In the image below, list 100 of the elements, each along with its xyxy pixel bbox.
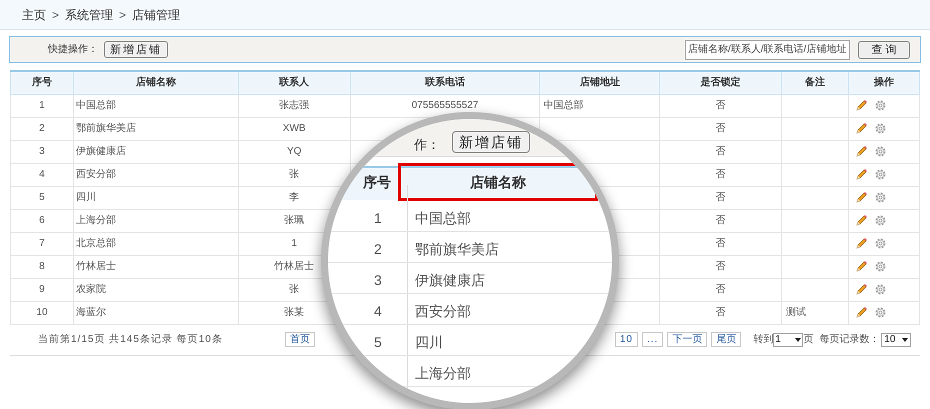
breadcrumb-separator: > bbox=[52, 6, 60, 24]
column-header: 序号 bbox=[10, 71, 74, 94]
column-header: 店铺名称 bbox=[73, 71, 238, 94]
table-cell: 否 bbox=[716, 307, 726, 318]
table-cell: 竹林居士 bbox=[76, 261, 116, 272]
first-page-button[interactable]: 首页 bbox=[284, 332, 315, 347]
table-cell: 9 bbox=[39, 284, 45, 295]
breadcrumb-separator: > bbox=[119, 6, 126, 24]
table-cell: 075565555527 bbox=[412, 100, 478, 111]
table-cell: 农家院 bbox=[76, 284, 106, 295]
table-cell-text: 伊旗健康店 bbox=[415, 271, 485, 290]
table-cell: 四川 bbox=[76, 192, 96, 203]
table-cell: 否 bbox=[716, 261, 726, 272]
table-cell-text: 1 bbox=[374, 209, 382, 228]
pencil-icon[interactable] bbox=[855, 214, 868, 227]
per-page-label: 每页记录数： bbox=[819, 333, 880, 347]
table-cell: 测试 bbox=[786, 307, 806, 318]
settings-icon[interactable] bbox=[874, 191, 887, 204]
page-button[interactable]: ... bbox=[642, 332, 664, 347]
table-cell: 4 bbox=[39, 169, 45, 180]
table-cell-text: 5 bbox=[374, 333, 382, 352]
column-header: 操作 bbox=[848, 71, 920, 94]
table-cell: 上海分部 bbox=[76, 215, 116, 226]
table-cell: 西安分部 bbox=[76, 169, 116, 180]
settings-icon[interactable] bbox=[874, 99, 887, 112]
table-cell: 7 bbox=[39, 238, 45, 249]
add-store-button[interactable]: 新增店铺 bbox=[452, 131, 530, 153]
table-cell: 2 bbox=[39, 123, 45, 134]
settings-icon[interactable] bbox=[874, 145, 887, 158]
breadcrumb-link[interactable]: 主页 bbox=[22, 6, 46, 24]
table-cell: 否 bbox=[716, 169, 726, 180]
per-page-select[interactable]: 10 bbox=[881, 332, 912, 346]
table-cell: 竹林居士 bbox=[274, 261, 314, 272]
pencil-icon[interactable] bbox=[855, 99, 868, 112]
table-cell-text: 2 bbox=[374, 240, 382, 259]
search-button[interactable]: 查 询 bbox=[858, 40, 910, 58]
table-cell: 海蓝尔 bbox=[76, 307, 106, 318]
settings-icon[interactable] bbox=[874, 168, 887, 181]
column-header: 店铺地址 bbox=[540, 71, 660, 94]
settings-icon[interactable] bbox=[874, 306, 887, 319]
add-store-button[interactable]: 新增店铺 bbox=[104, 41, 168, 58]
table-cell: 否 bbox=[716, 100, 726, 111]
table-cell: 10 bbox=[36, 307, 48, 318]
table-cell: XWB bbox=[282, 123, 306, 134]
toolbar-label: 作： bbox=[414, 136, 440, 154]
pencil-icon[interactable] bbox=[855, 145, 868, 158]
table-cell: 否 bbox=[716, 215, 726, 226]
table-cell: 张某 bbox=[284, 307, 304, 318]
table-cell: 否 bbox=[716, 146, 726, 157]
search-field[interactable]: 店铺名称/联系人/联系电话/店铺地址 bbox=[685, 40, 850, 60]
table-cell: 8 bbox=[39, 261, 45, 272]
page-button[interactable]: 10 bbox=[614, 332, 638, 347]
table-cell: 李 bbox=[289, 192, 300, 203]
table-cell-text: 中国总部 bbox=[415, 209, 471, 228]
table-cell-text: 鄂前旗华美店 bbox=[415, 240, 499, 259]
table-cell: 1 bbox=[39, 100, 45, 111]
column-header: 店铺名称 bbox=[398, 163, 598, 201]
pencil-icon[interactable] bbox=[855, 168, 868, 181]
table-cell: 6 bbox=[39, 215, 45, 226]
table-cell-text: 4 bbox=[374, 302, 382, 321]
table-cell: 北京总部 bbox=[76, 238, 116, 249]
table-cell-text: 上海分部 bbox=[415, 364, 471, 383]
table-cell: 张珮 bbox=[284, 215, 304, 226]
table-cell-text: 西安分部 bbox=[415, 302, 471, 321]
column-header: 备注 bbox=[782, 71, 848, 94]
dropdown-icon bbox=[795, 338, 802, 342]
table-cell: 否 bbox=[716, 192, 726, 203]
table-cell: 张 bbox=[289, 284, 300, 295]
page-summary: 当前第1/15页 共145条记录 每页10条 bbox=[38, 332, 223, 347]
breadcrumb-link[interactable]: 系统管理 bbox=[65, 6, 114, 24]
pencil-icon[interactable] bbox=[855, 306, 868, 319]
table-cell: 张 bbox=[289, 169, 300, 180]
settings-icon[interactable] bbox=[874, 283, 887, 296]
column-header: 是否锁定 bbox=[660, 71, 782, 94]
table-cell-text: 3 bbox=[374, 271, 382, 290]
table-cell: 否 bbox=[716, 123, 726, 134]
dropdown-icon bbox=[902, 338, 908, 342]
toolbar-label: 快捷操作： bbox=[48, 42, 98, 57]
pencil-icon[interactable] bbox=[855, 283, 868, 296]
settings-icon[interactable] bbox=[874, 122, 887, 135]
table-cell: 否 bbox=[716, 284, 726, 295]
column-header: 联系电话 bbox=[350, 71, 540, 94]
table-cell-text: 四川 bbox=[415, 333, 443, 352]
settings-icon[interactable] bbox=[874, 214, 887, 227]
pencil-icon[interactable] bbox=[855, 191, 868, 204]
goto-label: 转到 bbox=[753, 333, 774, 347]
table-cell: 中国总部 bbox=[76, 100, 116, 111]
breadcrumb-current: 店铺管理 bbox=[132, 6, 180, 24]
pencil-icon[interactable] bbox=[855, 237, 868, 250]
pencil-icon[interactable] bbox=[855, 260, 868, 273]
table-cell: 3 bbox=[39, 146, 45, 157]
pencil-icon[interactable] bbox=[855, 122, 868, 135]
settings-icon[interactable] bbox=[874, 237, 887, 250]
last-page-button[interactable]: 尾页 bbox=[711, 332, 742, 347]
page-select[interactable]: 1 bbox=[773, 332, 804, 346]
column-header: 序号 bbox=[362, 172, 392, 192]
next-page-button[interactable]: 下一页 bbox=[667, 332, 708, 347]
table-cell: YQ bbox=[286, 146, 302, 157]
settings-icon[interactable] bbox=[874, 260, 887, 273]
table-cell: 鄂前旗华美店 bbox=[76, 123, 136, 134]
